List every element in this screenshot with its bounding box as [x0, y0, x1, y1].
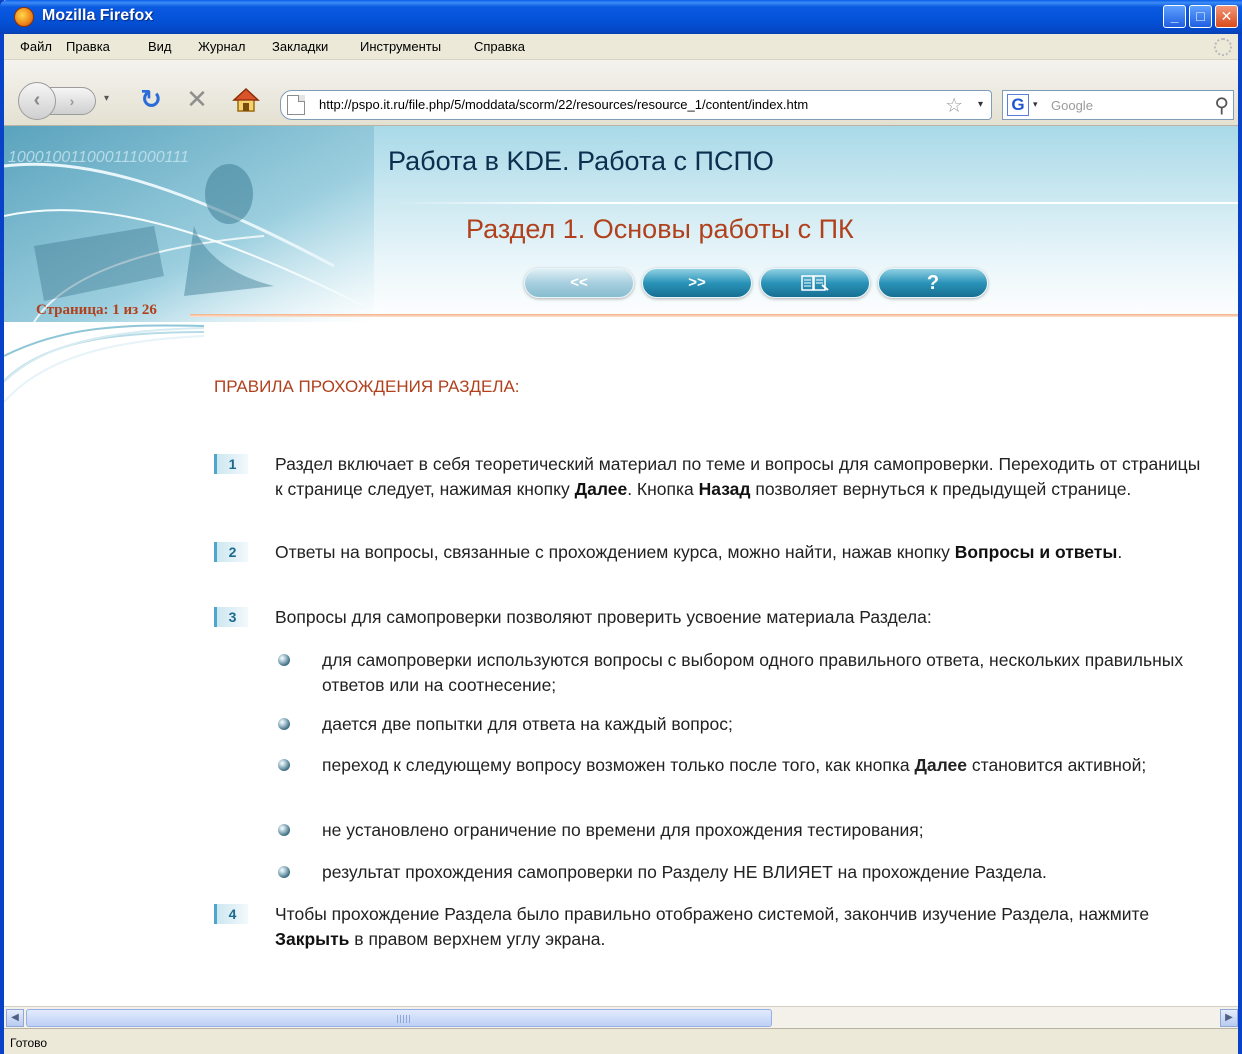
reload-icon[interactable]: ↻ [138, 84, 164, 114]
horizontal-scrollbar[interactable]: ◀ ▶ [4, 1006, 1238, 1028]
bullet-text: дается две попытки для ответа на каждый … [322, 714, 733, 734]
menu-history[interactable]: Журнал [198, 39, 245, 54]
menu-file[interactable]: Файл [20, 39, 52, 54]
counter-divider [190, 314, 1238, 317]
status-text: Готово [10, 1036, 48, 1050]
search-engine-dropdown-icon[interactable]: ▾ [1033, 99, 1038, 110]
rule-number: 3 [214, 607, 248, 627]
url-dropdown-icon[interactable]: ▾ [978, 99, 983, 110]
scroll-right-icon[interactable]: ▶ [1220, 1009, 1238, 1027]
bullet-text: для самопроверки используются вопросы с … [322, 650, 1184, 695]
decorative-curve [4, 327, 204, 403]
page-icon [287, 95, 305, 115]
banner-digits: 100010011000111000111 [8, 149, 189, 166]
status-bar: Готово [4, 1028, 1238, 1054]
course-banner: 100010011000111000111 Работа в KDE. Рабо… [4, 126, 1238, 382]
menu-help[interactable]: Справка [474, 39, 525, 54]
bullet-icon [278, 866, 290, 878]
url-text[interactable]: http://pspo.it.ru/file.php/5/moddata/sco… [319, 97, 808, 112]
history-dropdown-icon[interactable]: ▾ [104, 93, 109, 104]
home-icon[interactable] [232, 86, 260, 114]
rule-text: Раздел включает в себя теоретический мат… [275, 454, 1201, 499]
bullet-text: результат прохождения самопроверки по Ра… [322, 862, 1047, 882]
google-icon[interactable]: G [1007, 94, 1029, 116]
help-button[interactable]: ? [878, 268, 988, 298]
bullet-icon [278, 759, 290, 771]
title-bar: Mozilla Firefox _ □ ✕ [0, 0, 1242, 34]
address-bar[interactable]: http://pspo.it.ru/file.php/5/moddata/sco… [280, 90, 992, 120]
bullet-text: переход к следующему вопросу возможен то… [322, 755, 1147, 775]
menu-edit[interactable]: Правка [66, 39, 110, 54]
search-icon[interactable]: ⚲ [1214, 93, 1229, 118]
menu-bar: Файл Правка Вид Журнал Закладки Инструме… [4, 34, 1238, 60]
contents-icon [801, 275, 829, 291]
rule-number: 1 [214, 454, 248, 474]
window-title: Mozilla Firefox [42, 7, 154, 24]
rule-number: 4 [214, 904, 248, 924]
next-page-button[interactable]: >> [642, 268, 752, 298]
star-icon[interactable]: ☆ [945, 93, 963, 118]
rule-number: 2 [214, 542, 248, 562]
browser-window: Mozilla Firefox _ □ ✕ Файл Правка Вид Жу… [0, 0, 1242, 1054]
maximize-button[interactable]: □ [1189, 5, 1212, 28]
scroll-left-icon[interactable]: ◀ [6, 1009, 24, 1027]
rules-heading: ПРАВИЛА ПРОХОЖДЕНИЯ РАЗДЕЛА: [214, 377, 520, 396]
rule-text: Чтобы прохождение Раздела было правильно… [275, 904, 1150, 949]
minimize-button[interactable]: _ [1163, 5, 1186, 28]
navigation-toolbar: › ‹ ▾ ↻ ✕ http://pspo.it.ru/file.php/5/m… [4, 60, 1238, 126]
rule-text: Вопросы для самопроверки позволяют прове… [275, 607, 932, 627]
forward-icon: › [69, 93, 75, 109]
back-icon: ‹ [33, 89, 41, 111]
bullet-icon [278, 654, 290, 666]
throbber-icon [1214, 38, 1232, 56]
bullet-icon [278, 718, 290, 730]
search-input[interactable]: Google [1051, 98, 1093, 113]
prev-page-button[interactable]: << [524, 268, 634, 298]
contents-button[interactable] [760, 268, 870, 298]
page-counter: Страница: 1 из 26 [36, 302, 157, 318]
menu-tools[interactable]: Инструменты [360, 39, 441, 54]
grip-icon [397, 1015, 411, 1023]
section-title: Раздел 1. Основы работы с ПК [466, 214, 854, 244]
scroll-thumb[interactable] [26, 1009, 772, 1027]
close-button[interactable]: ✕ [1215, 5, 1238, 28]
rule-text: Ответы на вопросы, связанные с прохожден… [275, 542, 1123, 562]
page-content: 100010011000111000111 Работа в KDE. Рабо… [4, 126, 1238, 1006]
course-title: Работа в KDE. Работа с ПСПО [388, 146, 774, 176]
search-bar[interactable]: G ▾ Google ⚲ [1002, 90, 1234, 120]
menu-view[interactable]: Вид [148, 39, 172, 54]
stop-icon[interactable]: ✕ [184, 84, 210, 114]
bullet-icon [278, 824, 290, 836]
bullet-text: не установлено ограничение по времени дл… [322, 820, 924, 840]
back-button[interactable]: ‹ [18, 82, 56, 120]
menu-bookmarks[interactable]: Закладки [272, 39, 328, 54]
firefox-icon [14, 7, 34, 27]
back-forward-group: › ‹ ▾ [18, 82, 122, 120]
banner-divider [394, 202, 1238, 204]
